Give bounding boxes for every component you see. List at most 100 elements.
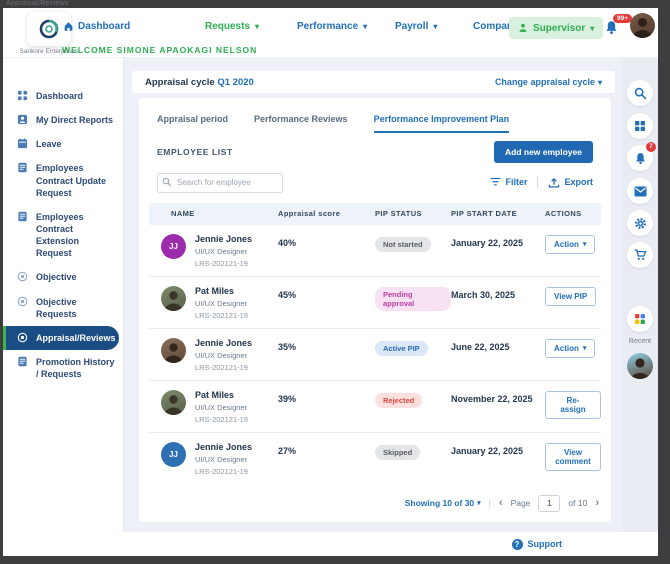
target-icon bbox=[17, 271, 28, 282]
mail-icon bbox=[634, 186, 647, 197]
window-title: Appraisal/Reviews bbox=[6, 0, 69, 7]
filter-button[interactable]: Filter bbox=[490, 177, 527, 187]
appraisal-score: 45% bbox=[278, 286, 375, 300]
appraisal-score: 27% bbox=[278, 442, 375, 456]
home-icon bbox=[63, 21, 74, 32]
avatar-photo bbox=[627, 353, 653, 379]
search-icon bbox=[634, 87, 647, 100]
status-badge: Rejected bbox=[375, 393, 422, 408]
appraisal-score: 39% bbox=[278, 390, 375, 404]
page-count: of 10 bbox=[568, 498, 587, 508]
nav-item-dashboard[interactable]: Dashboard bbox=[63, 21, 130, 32]
previous-page-button[interactable]: ‹ bbox=[499, 497, 503, 509]
search-icon bbox=[162, 177, 172, 187]
bell-icon bbox=[634, 152, 647, 165]
search-box bbox=[157, 172, 283, 193]
sidebar-item-contract-update-request[interactable]: Employees Contract Update Request bbox=[3, 156, 123, 204]
action-button[interactable]: Action▾ bbox=[545, 235, 595, 254]
support-link[interactable]: ? Support bbox=[512, 539, 563, 550]
sidebar-item-promotion-history[interactable]: Promotion History / Requests bbox=[3, 350, 123, 386]
reassign-button[interactable]: Re- assign bbox=[545, 391, 601, 419]
sidebar-item-appraisal-reviews[interactable]: Appraisal/Reviews bbox=[3, 326, 119, 350]
sidebar-item-leave[interactable]: Leave bbox=[3, 132, 123, 156]
tab-performance-reviews[interactable]: Performance Reviews bbox=[254, 114, 348, 133]
sidebar-item-objective[interactable]: Objective bbox=[3, 265, 123, 289]
employee-role: UI/UX Designer bbox=[195, 299, 248, 308]
rail-notifications-button[interactable]: 7 bbox=[627, 145, 653, 171]
employee-name: Jennie Jones bbox=[195, 442, 252, 452]
caret-down-icon: ▾ bbox=[590, 24, 594, 33]
pip-start-date: June 22, 2025 bbox=[451, 338, 545, 352]
recent-user-avatar[interactable] bbox=[627, 353, 653, 379]
pip-start-date: March 30, 2025 bbox=[451, 286, 545, 300]
add-new-employee-button[interactable]: Add new employee bbox=[494, 141, 593, 163]
column-header-appraisal-score: Appraisal score bbox=[278, 209, 375, 218]
avatar bbox=[161, 338, 186, 363]
sidebar-item-objective-requests[interactable]: Objective Requests bbox=[3, 290, 123, 326]
employee-role: UI/UX Designer bbox=[195, 351, 252, 360]
view-pip-button[interactable]: View PIP bbox=[545, 287, 596, 306]
notifications-bell[interactable]: 99+ bbox=[604, 20, 622, 38]
employee-id: LRS-202121-19 bbox=[195, 363, 252, 372]
appraisal-cycle-value: Q1 2020 bbox=[217, 77, 253, 88]
tab-performance-improvement-plan[interactable]: Performance Improvement Plan bbox=[374, 114, 510, 133]
rail-settings-button[interactable] bbox=[627, 210, 653, 236]
employee-role: UI/UX Designer bbox=[195, 247, 252, 256]
cart-icon bbox=[634, 249, 647, 261]
appraisal-score: 35% bbox=[278, 338, 375, 352]
rail-recent-apps-button[interactable] bbox=[627, 306, 653, 332]
logo-icon bbox=[36, 16, 62, 42]
table-row: Jennie Jones UI/UX Designer LRS-202121-1… bbox=[149, 329, 601, 381]
dashboard-grid-icon bbox=[17, 90, 28, 101]
pagination: Showing 10 of 30 ▾ | ‹ Page of 10 › bbox=[151, 495, 599, 512]
avatar bbox=[161, 390, 186, 415]
page-label: Page bbox=[511, 498, 531, 508]
employee-name: Jennie Jones bbox=[195, 338, 252, 348]
sidebar-item-dashboard[interactable]: Dashboard bbox=[3, 84, 123, 108]
document-icon bbox=[17, 162, 28, 173]
action-button[interactable]: Action▾ bbox=[545, 339, 595, 358]
caret-down-icon: ▾ bbox=[433, 22, 437, 31]
export-icon bbox=[548, 177, 560, 188]
export-button[interactable]: Export bbox=[548, 177, 593, 188]
nav-item-payroll[interactable]: Payroll▾ bbox=[395, 21, 437, 32]
sidebar-item-my-direct-reports[interactable]: My Direct Reports bbox=[3, 108, 123, 132]
nav-item-performance[interactable]: Performance▾ bbox=[297, 21, 367, 32]
avatar-photo bbox=[161, 338, 186, 363]
user-avatar[interactable] bbox=[630, 13, 655, 38]
caret-down-icon: ▾ bbox=[255, 22, 259, 31]
caret-down-icon: ▾ bbox=[363, 22, 367, 31]
nav-item-requests[interactable]: Requests▾ bbox=[205, 21, 259, 32]
change-appraisal-cycle-link[interactable]: Change appraisal cycle ▾ bbox=[495, 77, 602, 87]
tab-appraisal-period[interactable]: Appraisal period bbox=[157, 114, 228, 133]
rail-mail-button[interactable] bbox=[627, 178, 653, 204]
page-number-input[interactable] bbox=[538, 495, 560, 512]
recent-label: Recent bbox=[622, 338, 658, 345]
status-badge: Pending approval bbox=[375, 287, 451, 311]
table-row: JJ Jennie Jones UI/UX Designer LRS-20212… bbox=[149, 225, 601, 277]
table-row: JJ Jennie Jones UI/UX Designer LRS-20212… bbox=[149, 433, 601, 484]
view-comment-button[interactable]: View comment bbox=[545, 443, 601, 471]
appraisal-cycle-bar: Appraisal cycle Q1 2020 Change appraisal… bbox=[132, 71, 615, 93]
avatar-photo bbox=[161, 390, 186, 415]
rail-cart-button[interactable] bbox=[627, 242, 653, 268]
app-window: Sankore Enterprises Dashboard Requests▾ … bbox=[3, 8, 658, 556]
rows-per-page-dropdown[interactable]: Showing 10 of 30 ▾ bbox=[405, 498, 481, 508]
employee-role: UI/UX Designer bbox=[195, 403, 248, 412]
employee-id: LRS-202121-19 bbox=[195, 415, 248, 424]
search-input[interactable] bbox=[157, 173, 283, 193]
rail-apps-button[interactable] bbox=[627, 113, 653, 139]
notification-count-badge: 99+ bbox=[613, 14, 632, 23]
caret-down-icon: ▾ bbox=[583, 344, 587, 352]
employee-role: UI/UX Designer bbox=[195, 455, 252, 464]
employee-name: Pat Miles bbox=[195, 286, 248, 296]
sidebar-item-contract-extension-request[interactable]: Employees Contract Extension Request bbox=[3, 205, 123, 266]
rail-search-button[interactable] bbox=[627, 80, 653, 106]
column-header-name: NAME bbox=[149, 209, 278, 218]
person-icon bbox=[518, 23, 528, 33]
avatar bbox=[161, 286, 186, 311]
next-page-button[interactable]: › bbox=[595, 497, 599, 509]
target-icon bbox=[17, 296, 28, 307]
target-icon bbox=[17, 332, 28, 343]
role-switcher[interactable]: Supervisor ▾ bbox=[509, 17, 603, 39]
